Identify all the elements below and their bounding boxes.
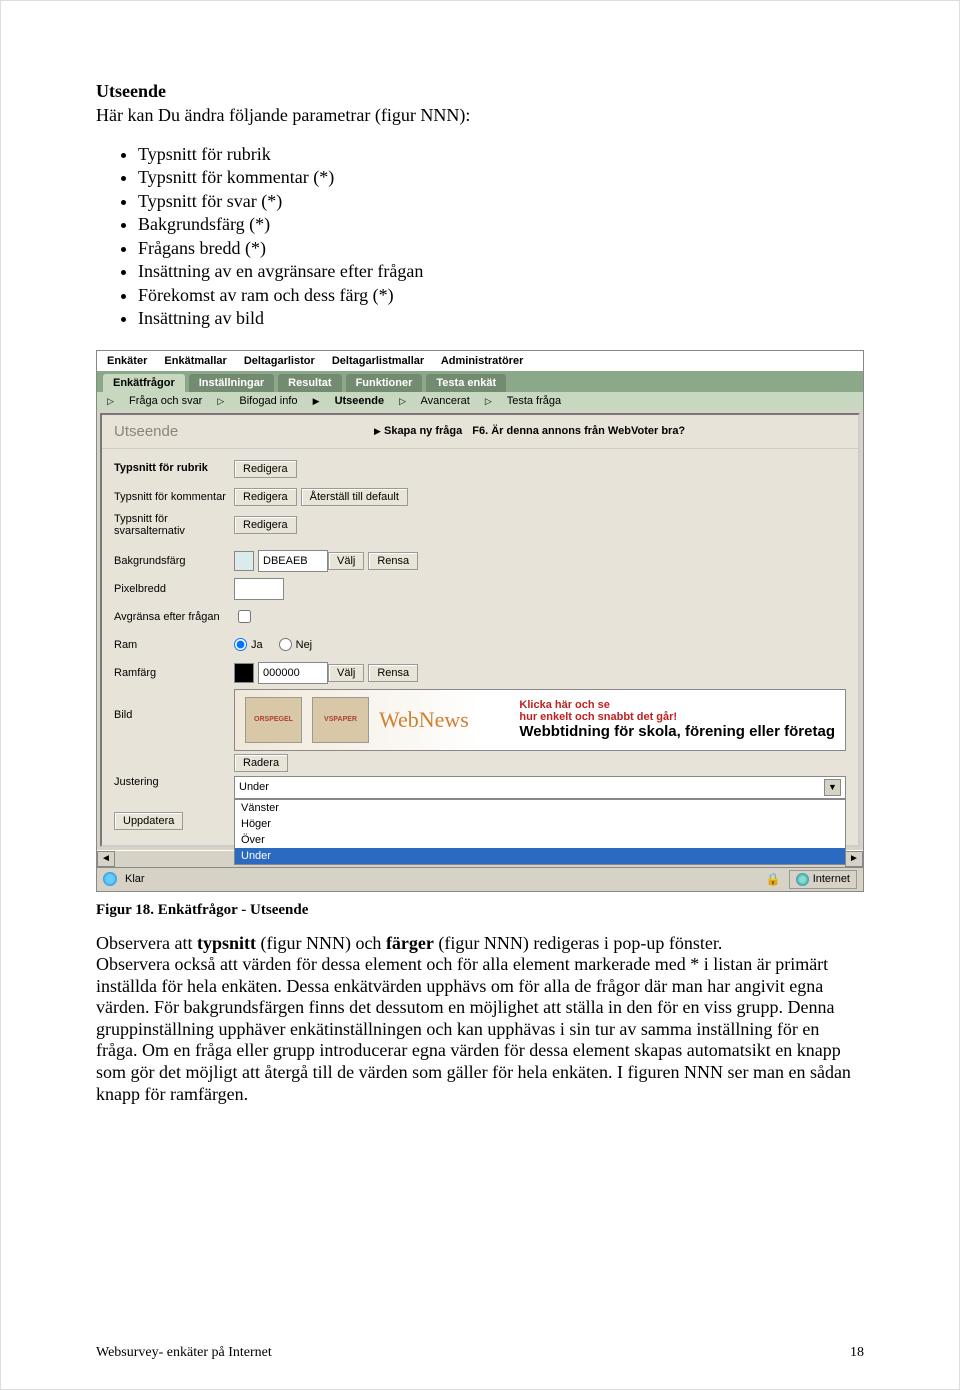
panel-header: Utseende ▶ Skapa ny fråga F6. Är denna a… <box>102 415 858 449</box>
section-heading: Utseende <box>96 81 864 102</box>
list-item: Typsnitt för svar (*) <box>138 190 864 213</box>
tab-resultat[interactable]: Resultat <box>278 374 341 392</box>
subtab-item[interactable]: Testa fråga <box>507 395 561 407</box>
menu-item[interactable]: Enkäter <box>107 355 147 367</box>
label-typsnitt-rubrik: Typsnitt för rubrik <box>114 462 234 474</box>
label-ram: Ram <box>114 639 234 651</box>
list-item: Insättning av bild <box>138 307 864 330</box>
ramfarg-input[interactable] <box>258 662 328 684</box>
subtab-item[interactable]: Bifogad info <box>239 395 297 407</box>
menu-item[interactable]: Deltagarlistor <box>244 355 315 367</box>
ram-nej-label: Nej <box>296 639 313 651</box>
tab-bar: Enkätfrågor Inställningar Resultat Funkt… <box>97 371 863 392</box>
color-swatch <box>234 663 254 683</box>
avgransa-checkbox[interactable] <box>238 610 251 623</box>
banner-thumb: VSPAPER <box>312 697 369 743</box>
subtab-item-active[interactable]: Utseende <box>335 395 385 407</box>
paragraph: Observera att typsnitt (figur NNN) och f… <box>96 933 864 955</box>
ie-icon <box>103 872 117 886</box>
new-question-link[interactable]: Skapa ny fråga <box>384 425 462 437</box>
label-typsnitt-svar: Typsnitt för svarsalternativ <box>114 513 234 537</box>
footer-page-number: 18 <box>850 1345 864 1361</box>
tab-funktioner[interactable]: Funktioner <box>346 374 423 392</box>
intro-text: Här kan Du ändra följande parametrar (fi… <box>96 104 864 127</box>
paragraph: Observera också att värden för dessa ele… <box>96 954 864 1105</box>
label-bakgrundsfarg: Bakgrundsfärg <box>114 555 234 567</box>
menu-item[interactable]: Administratörer <box>441 355 524 367</box>
status-text: Klar <box>125 873 145 885</box>
rensa-button[interactable]: Rensa <box>368 664 418 682</box>
dropdown-option-selected[interactable]: Under <box>235 848 845 864</box>
menu-item[interactable]: Enkätmallar <box>164 355 226 367</box>
banner-subtitle: Webbtidning för skola, förening eller fö… <box>519 723 835 740</box>
dropdown-option[interactable]: Över <box>235 832 845 848</box>
question-text: F6. Är denna annons från WebVoter bra? <box>472 425 685 437</box>
uppdatera-button[interactable]: Uppdatera <box>114 812 183 830</box>
label-justering: Justering <box>114 776 234 788</box>
list-item: Frågans bredd (*) <box>138 237 864 260</box>
page-footer: Websurvey- enkäter på Internet 18 <box>96 1345 864 1361</box>
list-item: Typsnitt för kommentar (*) <box>138 166 864 189</box>
banner-red-text: Klicka här och se <box>519 699 835 711</box>
banner-thumb: ORSPEGEL <box>245 697 302 743</box>
tab-enkatfragor[interactable]: Enkätfrågor <box>103 374 185 392</box>
scroll-left-icon[interactable]: ◄ <box>97 851 115 867</box>
label-bild: Bild <box>114 689 234 721</box>
menu-item[interactable]: Deltagarlistmallar <box>332 355 424 367</box>
banner-image[interactable]: ORSPEGEL VSPAPER WebNews Klicka här och … <box>234 689 846 751</box>
subtab-bar: ▷ Fråga och svar ▷ Bifogad info ▶ Utseen… <box>97 392 863 410</box>
ram-ja-radio[interactable] <box>234 638 247 651</box>
ram-nej-radio[interactable] <box>279 638 292 651</box>
radera-button[interactable]: Radera <box>234 754 288 772</box>
embedded-screenshot: Enkäter Enkätmallar Deltagarlistor Delta… <box>96 350 864 892</box>
label-avgransa: Avgränsa efter frågan <box>114 611 234 623</box>
label-pixelbredd: Pixelbredd <box>114 583 234 595</box>
list-item: Bakgrundsfärg (*) <box>138 213 864 236</box>
color-swatch <box>234 551 254 571</box>
pixelbredd-input[interactable] <box>234 578 284 600</box>
figure-caption: Figur 18. Enkätfrågor - Utseende <box>96 902 864 919</box>
banner-red-text: hur enkelt och snabbt det går! <box>519 711 835 723</box>
lock-icon: 🔒 <box>766 872 781 886</box>
footer-left: Websurvey- enkäter på Internet <box>96 1345 272 1361</box>
status-bar: Klar 🔒 Internet <box>97 867 863 891</box>
redigera-button[interactable]: Redigera <box>234 488 297 506</box>
label-typsnitt-kommentar: Typsnitt för kommentar <box>114 491 234 503</box>
dropdown-selected: Under <box>239 781 269 793</box>
list-item: Förekomst av ram och dess färg (*) <box>138 284 864 307</box>
bullet-list: Typsnitt för rubrik Typsnitt för komment… <box>96 143 864 330</box>
tab-testa[interactable]: Testa enkät <box>426 374 506 392</box>
label-ramfarg: Ramfärg <box>114 667 234 679</box>
globe-icon <box>796 873 809 886</box>
subtab-item[interactable]: Avancerat <box>421 395 470 407</box>
valj-button[interactable]: Välj <box>328 664 364 682</box>
dropdown-list: Vänster Höger Över Under <box>234 799 846 865</box>
redigera-button[interactable]: Redigera <box>234 460 297 478</box>
subtab-item[interactable]: Fråga och svar <box>129 395 202 407</box>
bgcolor-input[interactable] <box>258 550 328 572</box>
scroll-right-icon[interactable]: ► <box>845 851 863 867</box>
banner-title: WebNews <box>379 707 509 733</box>
form-area: Typsnitt för rubrik Redigera Typsnitt fö… <box>102 449 858 845</box>
chevron-down-icon[interactable]: ▼ <box>824 779 841 796</box>
zone-indicator: Internet <box>789 870 857 889</box>
ram-ja-label: Ja <box>251 639 263 651</box>
tab-installningar[interactable]: Inställningar <box>189 374 274 392</box>
redigera-button[interactable]: Redigera <box>234 516 297 534</box>
valj-button[interactable]: Välj <box>328 552 364 570</box>
dropdown-option[interactable]: Vänster <box>235 800 845 816</box>
list-item: Insättning av en avgränsare efter frågan <box>138 260 864 283</box>
justering-dropdown[interactable]: Under ▼ Vänster Höger Över Under <box>234 776 846 865</box>
form-panel: Utseende ▶ Skapa ny fråga F6. Är denna a… <box>100 413 860 847</box>
main-menu: Enkäter Enkätmallar Deltagarlistor Delta… <box>97 351 863 371</box>
dropdown-option[interactable]: Höger <box>235 816 845 832</box>
panel-title: Utseende <box>114 423 374 440</box>
aterstall-button[interactable]: Återställ till default <box>301 488 408 506</box>
list-item: Typsnitt för rubrik <box>138 143 864 166</box>
rensa-button[interactable]: Rensa <box>368 552 418 570</box>
zone-text: Internet <box>813 873 850 885</box>
